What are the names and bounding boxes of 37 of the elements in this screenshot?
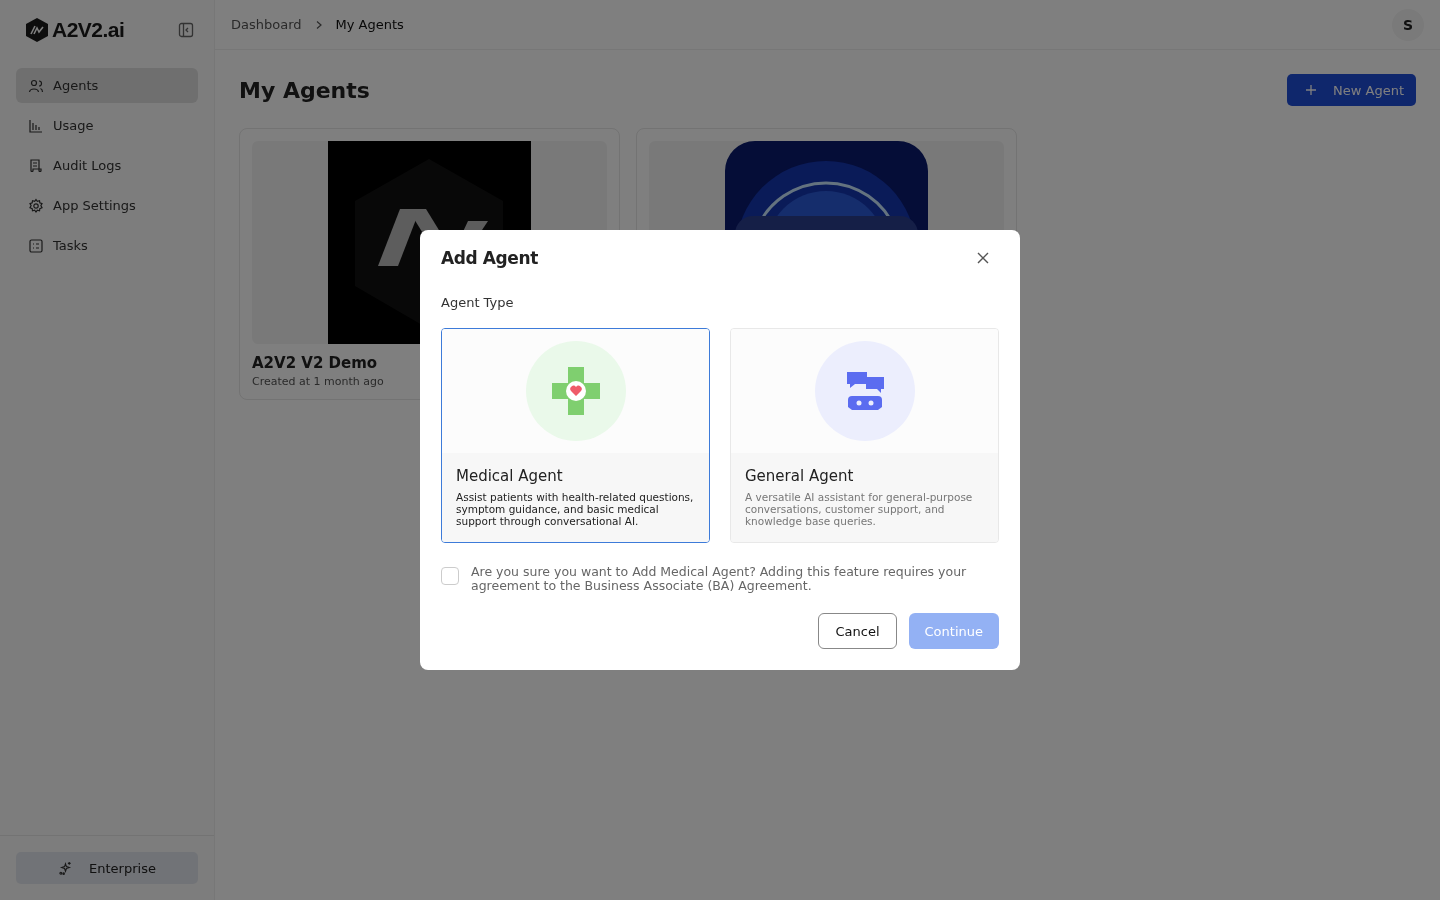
sidebar-item[interactable]: Agents [16,68,198,103]
users-icon [28,77,44,94]
user-avatar[interactable]: S [1392,8,1424,41]
agent-type-option[interactable]: Medical Agent Assist patients with health-related questions, symptom guidance, and basic medical support through conversational AI. [441,328,710,543]
sparkles-icon [58,860,74,876]
list-icon [28,237,44,254]
dialog-title: Add Agent [441,248,538,268]
bar-chart-icon [28,117,44,134]
close-icon[interactable] [977,252,989,264]
sidebar-item[interactable]: App Settings [16,188,198,223]
collapse-sidebar-icon[interactable] [178,22,194,38]
page-title: My Agents [239,77,370,103]
chatbot-icon [814,341,915,441]
new-agent-button[interactable]: New Agent [1287,74,1416,106]
agent-type-option[interactable]: General Agent A versatile AI assistant for general-purpose conversations, customer support, and knowledge base queries. [730,328,999,543]
consent-text: Are you sure you want to Add Medical Agent? Adding this feature requires your agreement to the Business Associate (BA) Agreement. [471,565,968,593]
gear-icon [28,197,44,214]
plus-icon [1305,84,1318,96]
breadcrumb-link[interactable]: Dashboard [231,17,302,32]
option-title: General Agent [745,467,855,485]
sidebar-item[interactable]: Audit Logs [16,148,198,183]
section-label: Agent Type [441,295,515,310]
enterprise-button[interactable]: Enterprise [16,852,198,884]
option-description: Assist patients with health-related questions, symptom guidance, and basic medical support through conversational AI. [456,491,695,527]
option-title: Medical Agent [456,467,564,485]
agent-created-date: Created at 1 month ago [252,375,385,388]
scroll-icon [28,157,44,174]
consent-checkbox[interactable] [441,567,459,585]
sidebar-item[interactable]: Tasks [16,228,198,263]
sidebar-item[interactable]: Usage [16,108,198,143]
option-description: A versatile AI assistant for general-purpose conversations, customer support, and knowledge base queries. [745,491,974,527]
breadcrumb-current: My Agents [335,17,404,32]
logo-icon [24,17,50,43]
agent-name: A2V2 V2 Demo [252,354,379,372]
cancel-button[interactable]: Cancel [818,613,897,649]
logo-text: A2V2.ai [52,18,125,42]
medical-cross-icon [525,341,626,441]
